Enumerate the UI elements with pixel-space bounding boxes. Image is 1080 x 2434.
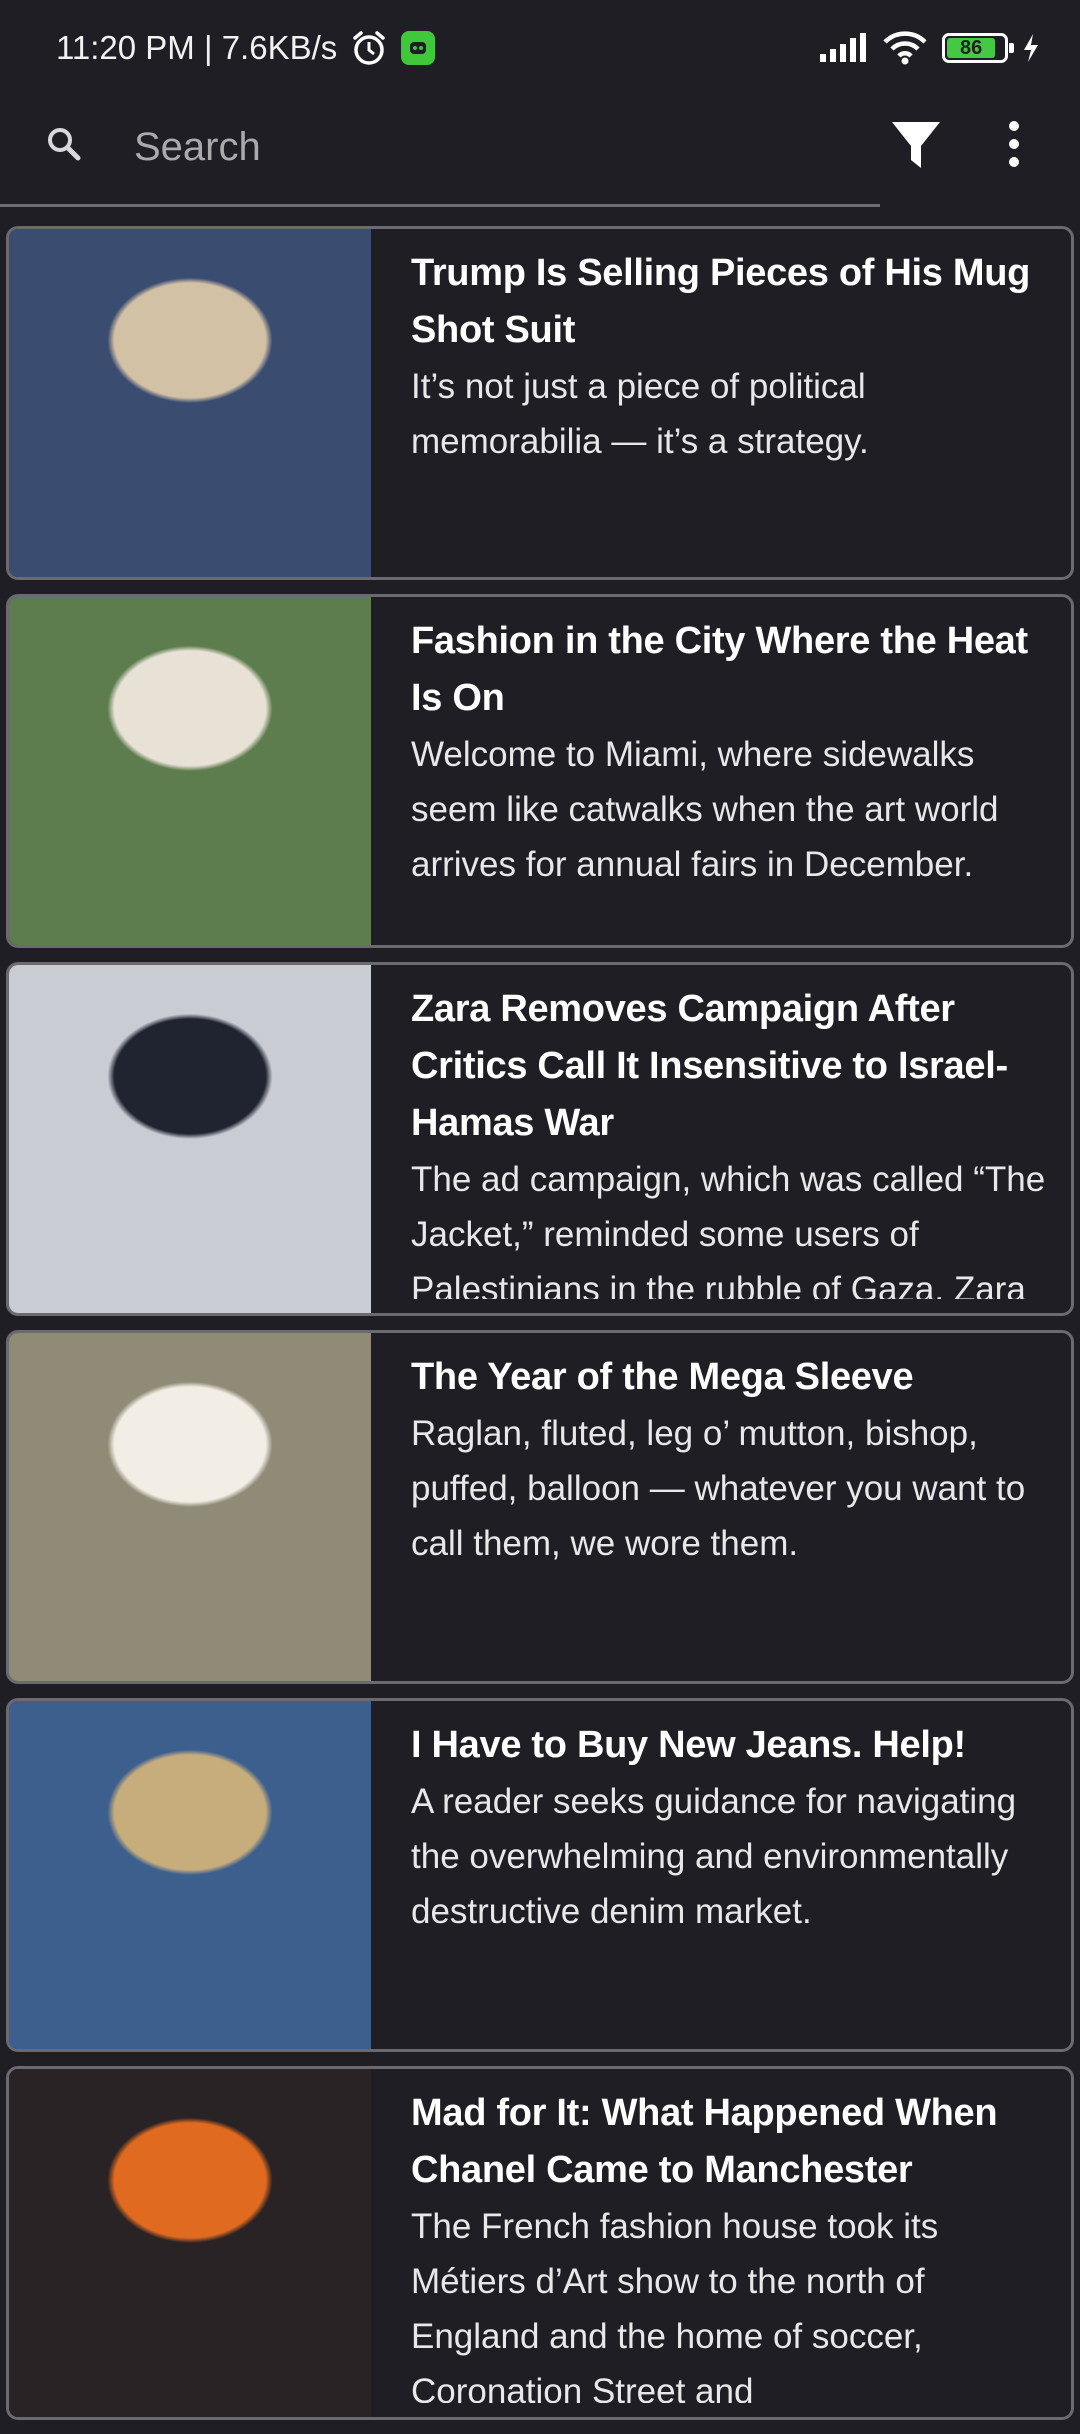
search-underline (0, 204, 880, 207)
article-title[interactable]: The Year of the Mega Sleeve (411, 1349, 1057, 1406)
article-title[interactable]: Fashion in the City Where the Heat Is On (411, 613, 1057, 727)
battery-icon: 86 (942, 33, 1014, 63)
battery-tip (1009, 43, 1014, 53)
article-summary: The ad campaign, which was called “The J… (411, 1160, 1046, 1299)
search-toolbar (0, 96, 1080, 208)
app-notification-icon (401, 31, 436, 65)
more-options-icon[interactable] (994, 116, 1034, 172)
article-thumbnail[interactable] (9, 597, 371, 945)
article-summary: A reader seeks guidance for navigating t… (411, 1782, 1017, 1931)
article-thumbnail[interactable] (9, 1701, 371, 2049)
article-summary: Raglan, fluted, leg o’ mutton, bishop, p… (411, 1414, 1026, 1563)
article-list: Trump Is Selling Pieces of His Mug Shot … (0, 226, 1080, 2434)
wifi-icon (883, 31, 927, 65)
signal-icon (820, 33, 866, 62)
alarm-icon (353, 31, 386, 65)
article-text: Trump Is Selling Pieces of His Mug Shot … (411, 245, 1057, 563)
filter-icon[interactable] (890, 116, 942, 172)
article-summary: The French fashion house took its Métier… (411, 2207, 939, 2403)
article-summary: Welcome to Miami, where sidewalks seem l… (411, 735, 999, 884)
article-thumbnail[interactable] (9, 1333, 371, 1681)
article-text: The Year of the Mega Sleeve Raglan, flute… (411, 1349, 1057, 1667)
battery-fill: 86 (947, 36, 996, 59)
article-summary: It’s not just a piece of political memor… (411, 367, 869, 461)
article-text: Fashion in the City Where the Heat Is On… (411, 613, 1057, 931)
article-text: Zara Removes Campaign After Critics Call… (411, 981, 1057, 1299)
status-time-speed: 11:20 PM | 7.6KB/s (56, 29, 338, 66)
search-input[interactable] (132, 116, 836, 178)
search-icon[interactable] (44, 124, 84, 164)
article-title[interactable]: Zara Removes Campaign After Critics Call… (411, 981, 1057, 1152)
article-title[interactable]: Mad for It: What Happened When Chanel Ca… (411, 2085, 1057, 2199)
status-right: 86 (818, 30, 1040, 66)
status-bar: 11:20 PM | 7.6KB/s 86 (0, 0, 1080, 96)
article-card[interactable]: Trump Is Selling Pieces of His Mug Shot … (6, 226, 1074, 580)
article-thumbnail[interactable] (9, 965, 371, 1313)
article-card[interactable]: Zara Removes Campaign After Critics Call… (6, 962, 1074, 1316)
article-card[interactable]: Mad for It: What Happened When Chanel Ca… (6, 2066, 1074, 2420)
status-left: 11:20 PM | 7.6KB/s (56, 28, 436, 68)
battery-level: 86 (959, 36, 983, 59)
article-text: I Have to Buy New Jeans. Help! A reader s… (411, 1717, 1057, 2035)
article-text: Mad for It: What Happened When Chanel Ca… (411, 2085, 1057, 2403)
article-thumbnail[interactable] (9, 2069, 371, 2417)
article-card[interactable]: The Year of the Mega Sleeve Raglan, flute… (6, 1330, 1074, 1684)
article-title[interactable]: I Have to Buy New Jeans. Help! (411, 1717, 1057, 1774)
article-card[interactable]: I Have to Buy New Jeans. Help! A reader s… (6, 1698, 1074, 2052)
article-thumbnail[interactable] (9, 229, 371, 577)
charging-icon (1024, 34, 1038, 62)
article-title[interactable]: Trump Is Selling Pieces of His Mug Shot … (411, 245, 1057, 359)
article-card[interactable]: Fashion in the City Where the Heat Is On… (6, 594, 1074, 948)
